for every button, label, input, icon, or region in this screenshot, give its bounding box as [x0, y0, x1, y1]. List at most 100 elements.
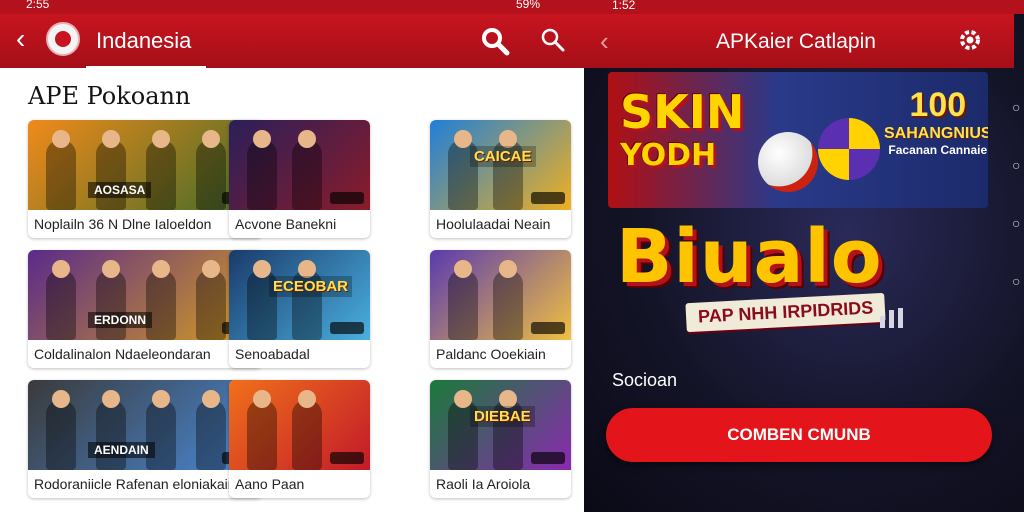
game-thumbnail: DIEBAE [430, 380, 571, 470]
left-app-screen: 2:55 59% ‹ Indanesia APE Pokoann AOSASA N… [0, 0, 584, 512]
cta-button[interactable]: COMBEN CMUNB [606, 408, 992, 462]
game-logo: Biualo [616, 214, 883, 300]
character-head [102, 260, 120, 278]
banner-offer-number: 100 [909, 86, 967, 124]
character-figure [448, 270, 478, 340]
character-head [202, 390, 220, 408]
right-app-screen: 1:52 ‹ APKaier Catlapin SKIN YODH 100 SA… [584, 0, 1024, 512]
character-head [253, 390, 271, 408]
character-head [152, 390, 170, 408]
back-icon[interactable]: ‹ [600, 26, 609, 57]
character-figure [96, 140, 126, 210]
character-figure [292, 140, 322, 210]
game-thumbnail [229, 120, 370, 210]
game-card-label: Hoolulaadai Neain [436, 216, 551, 232]
game-card-label: Raoli Ia Aroiola [436, 476, 531, 492]
soccer-ball-image [758, 132, 818, 192]
character-head [52, 260, 70, 278]
app-bar: ‹ Indanesia [0, 14, 584, 68]
game-card-label: Senoabadal [235, 346, 310, 362]
character-figure [247, 400, 277, 470]
thumbnail-banner-text: DIEBAE [470, 406, 535, 427]
app-bar: ‹ APKaier Catlapin [584, 14, 1014, 68]
character-figure [46, 140, 76, 210]
banner-headline: SKIN YODH [620, 85, 745, 178]
side-indicators: ○ ○ ○ ○ [1012, 99, 1021, 289]
signal-bars-icon [880, 308, 910, 328]
banner-headline-bottom: YODH [620, 138, 717, 173]
settings-icon[interactable] [956, 26, 984, 54]
game-card[interactable]: AOSASA Noplailn 36 N Dlne Ialoeldon [28, 120, 262, 238]
character-figure [96, 270, 126, 340]
thumbnail-pill [330, 452, 364, 464]
game-thumbnail: CAICAE [430, 120, 571, 210]
game-thumbnail [229, 380, 370, 470]
game-card[interactable]: Paldanc Ooekiain [430, 250, 571, 368]
game-card[interactable]: CAICAE Hoolulaadai Neain [430, 120, 571, 238]
profile-search-icon[interactable] [538, 26, 568, 56]
thumbnail-badge: AENDAIN [88, 442, 155, 458]
back-icon[interactable]: ‹ [16, 24, 25, 54]
thumbnail-pill [330, 322, 364, 334]
character-figure [247, 140, 277, 210]
character-figure [146, 270, 176, 340]
thumbnail-banner-text: ECEOBAR [269, 276, 353, 297]
status-bar: 2:55 59% [0, 0, 584, 14]
character-head [499, 260, 517, 278]
character-head [298, 390, 316, 408]
section-title: APE Pokoann [28, 82, 191, 110]
game-card[interactable]: DIEBAE Raoli Ia Aroiola [430, 380, 571, 498]
status-time: 1:52 [612, 0, 636, 12]
character-figure [96, 400, 126, 470]
character-figure [292, 400, 322, 470]
app-title: APKaier Catlapin [716, 30, 876, 53]
status-bar: 1:52 [584, 0, 1024, 14]
thumbnail-pill [330, 192, 364, 204]
description-text: Socioan [612, 370, 678, 390]
promo-banner[interactable]: SKIN YODH 100 SAHANGNIUS Facanan Cannaie [608, 72, 988, 208]
game-card-label: Acvone Banekni [235, 216, 337, 232]
status-battery: 59% [515, 0, 540, 11]
character-figure [46, 270, 76, 340]
game-card-label: Noplailn 36 N Dlne Ialoeldon [34, 216, 212, 232]
character-figure [46, 400, 76, 470]
game-card-label: Rodoraniicle Rafenan eloniakain [34, 476, 236, 492]
game-thumbnail: ERDONN [28, 250, 262, 340]
character-head [454, 260, 472, 278]
game-card-label: Paldanc Ooekiain [436, 346, 546, 362]
game-card[interactable]: ECEOBAR Senoabadal [229, 250, 370, 368]
thumbnail-pill [531, 452, 565, 464]
app-title: Indanesia [96, 28, 192, 53]
character-head [202, 260, 220, 278]
game-thumbnail [430, 250, 571, 340]
game-card[interactable]: ERDONN Coldalinalon Ndaeleondaran [28, 250, 262, 368]
character-head [202, 130, 220, 148]
banner-offer: 100 SAHANGNIUS Facanan Cannaie [884, 86, 988, 157]
banner-offer-subtitle: Facanan Cannaie [888, 143, 988, 157]
character-head [102, 130, 120, 148]
thumbnail-pill [531, 192, 565, 204]
character-head [52, 390, 70, 408]
character-figure [493, 270, 523, 340]
thumbnail-banner-text: CAICAE [470, 146, 536, 167]
search-icon[interactable] [480, 26, 510, 56]
beach-ball-image [818, 118, 880, 180]
character-figure [146, 400, 176, 470]
game-thumbnail: AOSASA [28, 120, 262, 210]
game-card-label: Aano Paan [235, 476, 305, 492]
game-card-label: Coldalinalon Ndaeleondaran [34, 346, 211, 362]
character-head [52, 130, 70, 148]
game-card[interactable]: AENDAIN Rodoraniicle Rafenan eloniakain [28, 380, 262, 498]
game-thumbnail: ECEOBAR [229, 250, 370, 340]
thumbnail-pill [531, 322, 565, 334]
app-logo [46, 22, 80, 56]
game-thumbnail: AENDAIN [28, 380, 262, 470]
character-head [253, 130, 271, 148]
status-time: 2:55 [26, 0, 50, 11]
title-underline [86, 66, 206, 68]
game-card[interactable]: Aano Paan [229, 380, 370, 498]
character-head [298, 130, 316, 148]
game-card[interactable]: Acvone Banekni [229, 120, 370, 238]
banner-headline-top: SKIN [620, 85, 745, 139]
character-head [102, 390, 120, 408]
